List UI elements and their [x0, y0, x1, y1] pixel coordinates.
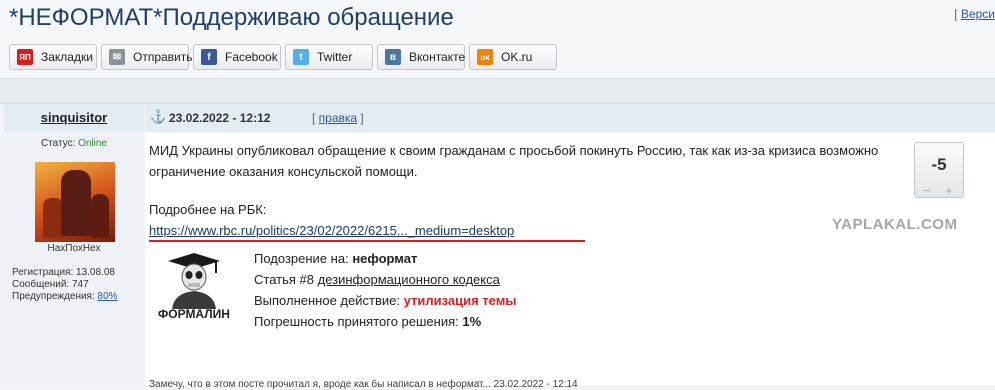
vk-icon: в — [385, 49, 401, 65]
rating-plus-button[interactable]: + — [945, 183, 953, 198]
title-bar: *НЕФОРМАТ*Поддерживаю обращение [ Верси — [0, 0, 995, 40]
post-header: ⚓ 23.02.2022 - 12:12 [ правка ] — [145, 104, 995, 132]
user-info-column: Статус: Online НахПохНех Регистрация: 13… — [4, 132, 144, 385]
edit-link[interactable]: правка — [319, 111, 357, 125]
separator-band — [0, 78, 995, 104]
suspicion-line: Подозрение на: неформат — [254, 248, 516, 269]
facebook-icon: f — [201, 49, 217, 65]
action-value: утилизация темы — [403, 293, 517, 308]
post-date: 23.02.2022 - 12:12 — [169, 111, 271, 125]
share-bar: ЯП Закладки ✉ Отправить f Facebook t Twi… — [0, 40, 995, 78]
rbc-source-link[interactable]: https://www.rbc.ru/politics/23/02/2022/6… — [149, 223, 514, 238]
moderator-skeleton-icon — [168, 253, 220, 309]
page-title: *НЕФОРМАТ*Поддерживаю обращение — [9, 4, 454, 31]
rating-value: -5 — [931, 155, 947, 174]
warnings-link[interactable]: 80% — [98, 291, 118, 302]
registration-date: Регистрация: 13.08.08 — [12, 267, 115, 278]
avatar-figure-right — [91, 194, 109, 238]
share-vk-label: Вконтакте — [409, 50, 466, 64]
share-facebook-label: Facebook — [225, 50, 278, 64]
rating-widget: -5 − + — [914, 142, 964, 198]
action-line: Выполненное действие: утилизация темы — [254, 290, 516, 311]
avatar-figure-center — [61, 170, 91, 236]
share-bookmarks-label: Закладки — [41, 50, 93, 64]
share-ok-button[interactable]: ок OK.ru — [469, 44, 557, 70]
red-highlight-underline — [149, 240, 585, 242]
message-count: Сообщений: 747 — [12, 279, 89, 290]
share-send-label: Отправить — [133, 50, 193, 64]
status-label: Статус: — [40, 138, 76, 149]
article-line: Статья #8 дезинформационного кодекса — [254, 269, 516, 290]
rating-minus-button[interactable]: − — [923, 183, 931, 198]
ok-icon: ок — [477, 49, 493, 65]
warnings: Предупреждения: 80% — [12, 291, 118, 303]
action-label: Выполненное действие: — [254, 293, 400, 308]
version-link-container: [ Верси — [954, 7, 995, 21]
error-line: Погрешность принятого решения: 1% — [254, 311, 516, 332]
yaplakal-watermark: YAPLAKAL.COM — [832, 216, 958, 233]
avatar-caption: НахПохНех — [47, 243, 101, 254]
share-bookmarks-button[interactable]: ЯП Закладки — [9, 44, 97, 70]
post-text: МИД Украины опубликовал обращение к свои… — [149, 143, 879, 179]
suspicion-label: Подозрение на: — [254, 251, 349, 266]
author-link[interactable]: sinquisitor — [4, 110, 144, 125]
twitter-icon: t — [293, 49, 309, 65]
edit-link-container: [ правка ] — [312, 111, 364, 125]
share-vk-button[interactable]: в Вконтакте — [377, 44, 465, 70]
version-link[interactable]: Верси — [961, 7, 995, 21]
status-online-badge: Online — [78, 138, 108, 149]
version-bracket: [ — [954, 7, 958, 21]
post-body: МИД Украины опубликовал обращение к свои… — [145, 132, 995, 390]
avatar[interactable] — [35, 162, 115, 242]
user-status: Статус: Online — [4, 138, 144, 149]
share-twitter-label: Twitter — [317, 50, 353, 64]
error-label: Погрешность принятого решения: — [254, 314, 459, 329]
moderator-name: ФОРМАЛИН — [158, 307, 230, 321]
user-stats: Регистрация: 13.08.08 Сообщений: 747 Пре… — [12, 267, 118, 303]
share-twitter-button[interactable]: t Twitter — [285, 44, 373, 70]
share-send-button[interactable]: ✉ Отправить — [101, 44, 193, 70]
error-value: 1% — [462, 314, 482, 329]
moderation-notice: Подозрение на: неформат Статья #8 дезинф… — [254, 248, 516, 332]
envelope-icon: ✉ — [109, 49, 125, 65]
more-label: Подробнее на РБК: — [149, 202, 267, 217]
share-ok-label: OK.ru — [501, 50, 533, 64]
yandex-bookmarks-icon: ЯП — [17, 49, 33, 65]
user-header: sinquisitor — [4, 104, 144, 132]
article-link[interactable]: дезинформационного кодекса — [318, 272, 500, 287]
anchor-icon[interactable]: ⚓ — [150, 109, 166, 125]
suspicion-value: неформат — [352, 251, 418, 266]
share-facebook-button[interactable]: f Facebook — [193, 44, 281, 70]
article-prefix: Статья #8 — [254, 272, 314, 287]
avatar-figure-left — [43, 198, 63, 238]
warnings-label: Предупреждения: — [12, 291, 95, 302]
